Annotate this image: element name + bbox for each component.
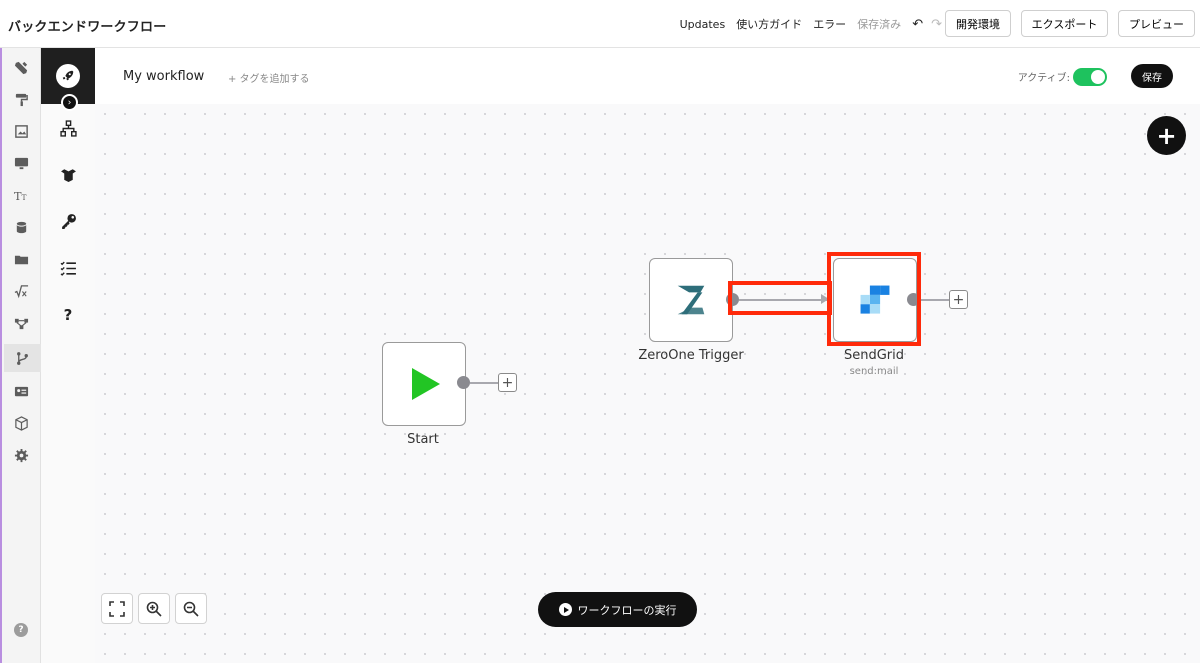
updates-link[interactable]: Updates — [680, 18, 726, 31]
design-tools-icon[interactable] — [12, 58, 30, 76]
undo-icon[interactable]: ↶ — [912, 17, 923, 32]
zoom-in-icon — [146, 601, 162, 617]
add-node-button[interactable]: + — [1147, 116, 1186, 155]
add-tag-link[interactable]: + タグを追加する — [228, 70, 310, 85]
redo-icon[interactable]: ↷ — [931, 17, 942, 32]
checklist-icon[interactable] — [58, 258, 78, 278]
start-connector-line — [470, 382, 498, 384]
database-icon[interactable] — [12, 218, 30, 236]
zoom-out-button[interactable] — [175, 593, 207, 624]
top-links: Updates 使い方ガイド エラー 保存済み ↶ ↷ — [680, 16, 942, 32]
connector-highlight-box — [728, 281, 832, 315]
workflow-subheader: My workflow + タグを追加する アクティブ: 保存 — [95, 48, 1200, 104]
errors-link[interactable]: エラー — [813, 16, 846, 32]
sendgrid-add-next-button[interactable]: + — [949, 290, 968, 309]
package-icon[interactable] — [12, 414, 30, 432]
settings-gear-icon[interactable] — [12, 446, 30, 464]
left-rail: TT — [0, 48, 41, 663]
play-circle-icon — [558, 603, 572, 616]
app-title: バックエンドワークフロー — [8, 20, 167, 35]
svg-text:T: T — [21, 193, 26, 202]
expand-panel-button[interactable]: › — [61, 94, 78, 111]
workflow-panel: › ? — [41, 48, 95, 663]
fit-view-button[interactable] — [101, 593, 133, 624]
active-label: アクティブ: — [1017, 73, 1070, 84]
sitemap-icon[interactable] — [58, 118, 78, 138]
formula-icon[interactable] — [12, 282, 30, 300]
sendgrid-connector-line — [920, 299, 949, 301]
zeroone-logo-icon — [677, 285, 705, 315]
zoom-in-button[interactable] — [138, 593, 170, 624]
run-workflow-label: ワークフローの実行 — [577, 603, 677, 617]
sendgrid-node-label: SendGrid — [843, 348, 905, 363]
zeroone-trigger-node[interactable] — [649, 258, 733, 342]
guide-link[interactable]: 使い方ガイド — [736, 16, 802, 32]
key-icon[interactable] — [58, 211, 78, 231]
paint-roller-icon[interactable] — [12, 90, 30, 108]
open-box-icon[interactable] — [58, 164, 78, 184]
help-icon[interactable]: ? — [14, 623, 28, 637]
top-bar: バックエンドワークフロー Updates 使い方ガイド エラー 保存済み ↶ ↷… — [0, 0, 1200, 48]
sendgrid-node-action: send:mail — [849, 366, 899, 377]
environment-button[interactable]: 開発環境 — [945, 10, 1011, 37]
save-button[interactable]: 保存 — [1131, 64, 1173, 88]
workflow-name[interactable]: My workflow — [123, 69, 204, 84]
start-add-next-button[interactable]: + — [498, 373, 517, 392]
fit-view-icon — [109, 600, 125, 617]
zoom-out-icon — [183, 601, 199, 617]
run-workflow-button[interactable]: ワークフローの実行 — [538, 592, 697, 627]
workflow-canvas[interactable] — [95, 104, 1200, 663]
folder-icon[interactable] — [12, 250, 30, 268]
typography-icon[interactable]: TT — [12, 186, 30, 204]
rocket-icon — [56, 64, 80, 88]
save-status: 保存済み — [857, 18, 902, 31]
monitor-icon[interactable] — [12, 154, 30, 172]
id-card-icon[interactable] — [12, 382, 30, 400]
zeroone-node-label: ZeroOne Trigger — [638, 348, 744, 363]
backend-workflow-icon[interactable] — [4, 344, 41, 372]
preview-button[interactable]: プレビュー — [1118, 10, 1195, 37]
active-toggle[interactable] — [1073, 68, 1107, 86]
sendgrid-highlight-box — [827, 252, 921, 346]
play-icon — [412, 368, 440, 400]
flow-nodes-icon[interactable] — [12, 314, 30, 332]
start-output-port[interactable] — [457, 376, 470, 389]
help-question-icon[interactable]: ? — [58, 305, 78, 325]
start-node[interactable] — [382, 342, 466, 426]
start-node-label: Start — [407, 432, 439, 447]
image-layout-icon[interactable] — [12, 122, 30, 140]
export-button[interactable]: エクスポート — [1021, 10, 1108, 37]
